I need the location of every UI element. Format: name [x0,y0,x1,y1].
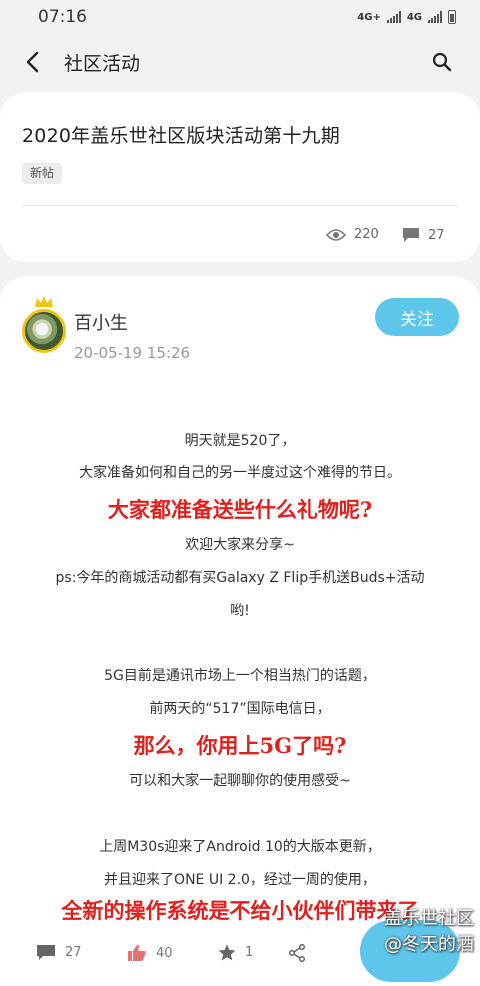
watermark-line-2: @冬天的酒 [384,934,474,955]
share-action[interactable] [288,944,306,962]
views-count: 220 [354,227,379,242]
thread-title: 2020年盖乐世社区版块活动第十九期 [22,125,340,147]
author-name[interactable]: 百小生 [74,309,128,335]
comments-stat: 27 [402,227,445,243]
favorite-action[interactable]: 1 [218,944,253,961]
share-icon [288,944,306,962]
post-line: 哟! [230,603,250,619]
post-line: ps:今年的商城活动都有买Galaxy Z Flip手机送Buds+活动 [55,570,425,586]
watermark: 盖乐世社区 @冬天的酒 [340,906,474,958]
post-line: 明天就是520了， [184,433,296,449]
like-count: 40 [156,945,173,961]
comment-count: 27 [65,945,82,960]
post-line: 上周M30s迎来了Android 10的大版本更新， [99,839,381,855]
follow-button[interactable]: 关注 [375,298,459,336]
watermark-line-1: 盖乐世社区 [384,908,474,929]
views-stat: 220 [326,227,379,242]
post-line: 前两天的“517”国际电信日， [149,701,331,717]
comment-action[interactable]: 27 [36,944,82,961]
signal-icon-2 [428,11,442,23]
search-icon [432,52,452,72]
comments-count: 27 [428,227,445,243]
post-highlight: 那么，你用上5G了吗? [133,733,347,758]
like-action[interactable]: 40 [127,944,173,962]
post-line: 大家准备如何和自己的另一半度过这个难得的节日。 [79,465,401,481]
avatar[interactable] [22,296,66,353]
network-type-1: 4G+ [357,11,381,23]
search-button[interactable] [404,34,480,90]
post-highlight: 大家都准备送些什么礼物呢? [107,497,373,522]
divider [22,205,458,206]
network-type-2: 4G [406,11,422,23]
battery-icon [448,10,456,24]
favorite-count: 1 [245,945,254,960]
new-post-tag: 新帖 [22,163,63,184]
comment-icon [37,945,55,960]
thumbs-up-icon [128,944,146,961]
post-line: 欢迎大家来分享~ [185,537,295,553]
back-arrow-icon [26,51,39,73]
eye-icon [326,228,346,241]
status-time: 07:16 [38,7,87,27]
avatar-image [22,309,66,353]
post-line: 5G目前是通讯市场上一个相当热门的话题， [104,668,376,684]
comment-icon [403,228,419,242]
back-button[interactable] [0,34,64,90]
status-bar: 07:16 4G+ 4G [0,0,480,34]
crown-icon [35,296,53,307]
page-title: 社区活动 [64,52,141,75]
post-line: 并且迎来了ONE UI 2.0，经过一周的使用， [104,872,376,888]
status-icons: 4G+ 4G [357,10,456,24]
post-line: 可以和大家一起聊聊你的使用感受~ [129,773,351,789]
signal-icon [386,11,401,23]
post-time: 20-05-19 15:26 [74,344,191,362]
app-bar: 社区活动 [0,34,480,90]
star-icon [218,944,236,961]
